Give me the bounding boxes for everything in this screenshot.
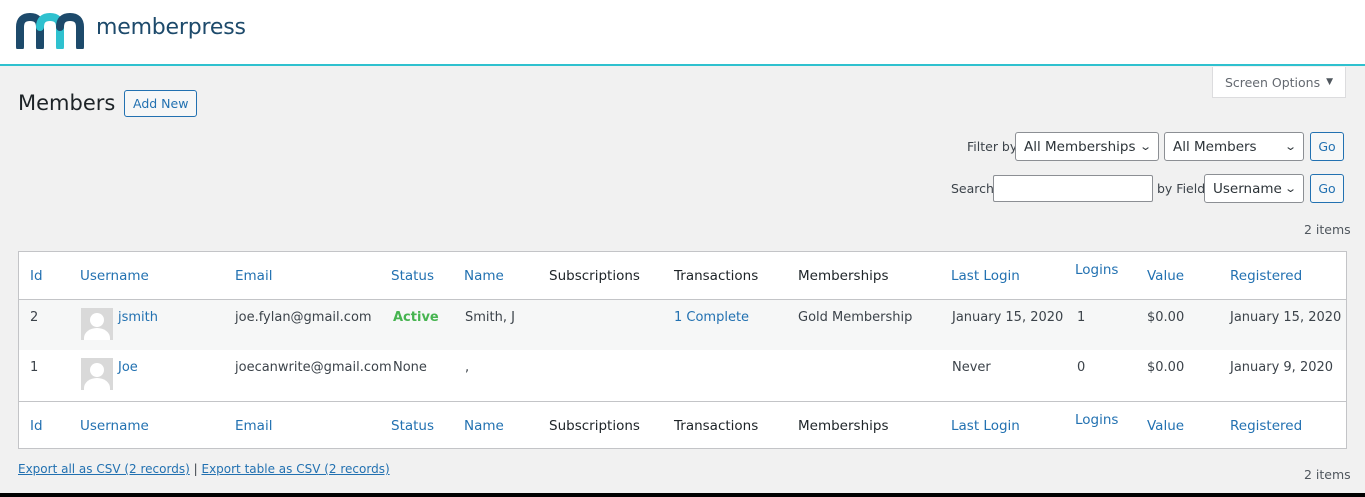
caret-down-icon: ▼ (1326, 77, 1334, 87)
column-footer-email[interactable]: Email (235, 418, 272, 434)
cell-name: , (465, 360, 470, 375)
members-filter-select[interactable]: All Members ⌄ (1164, 132, 1304, 161)
field-select[interactable]: Username ⌄ (1204, 174, 1304, 203)
column-header-status[interactable]: Status (391, 268, 434, 284)
column-header-username[interactable]: Username (80, 268, 149, 284)
cell-name: Smith, J (465, 310, 515, 325)
cell-email: joecanwrite@gmail.com (235, 360, 392, 375)
memberpress-logo-icon (16, 13, 84, 49)
column-header-last-login[interactable]: Last Login (951, 268, 1020, 284)
column-header-value[interactable]: Value (1147, 268, 1184, 284)
members-table: Id Username Email Status Name Subscripti… (18, 251, 1347, 449)
screen-options-label: Screen Options (1224, 74, 1321, 90)
column-footer-memberships: Memberships (798, 418, 889, 434)
export-links: Export all as CSV (2 records) | Export t… (18, 462, 390, 476)
column-header-memberships: Memberships (798, 268, 889, 284)
brand-header: memberpress (0, 0, 1365, 66)
chevron-down-icon: ⌄ (1138, 140, 1152, 153)
column-header-logins[interactable]: Logins (1075, 262, 1118, 278)
avatar (81, 308, 113, 340)
cell-value: $0.00 (1147, 360, 1185, 375)
memberships-filter-value: All Memberships (1024, 138, 1136, 155)
by-field-label: by Field (1157, 181, 1206, 196)
table-footer-row: Id Username Email Status Name Subscripti… (19, 401, 1346, 449)
filter-by-label: Filter by (967, 139, 1018, 154)
cell-email: joe.fylan@gmail.com (235, 310, 372, 325)
members-filter-value: All Members (1173, 138, 1257, 155)
column-footer-subscriptions: Subscriptions (549, 418, 640, 434)
column-header-registered[interactable]: Registered (1230, 268, 1302, 284)
memberships-filter-select[interactable]: All Memberships ⌄ (1015, 132, 1159, 161)
cell-memberships: Gold Membership (798, 310, 913, 325)
column-footer-transactions: Transactions (674, 418, 759, 434)
filter-go-button[interactable]: Go (1310, 132, 1344, 161)
column-footer-name[interactable]: Name (464, 418, 504, 434)
column-header-name[interactable]: Name (464, 268, 504, 284)
export-all-csv-link[interactable]: Export all as CSV (2 records) (18, 462, 190, 476)
table-header-row: Id Username Email Status Name Subscripti… (19, 252, 1346, 300)
chevron-down-icon: ⌄ (1283, 140, 1297, 153)
cell-registered: January 9, 2020 (1230, 360, 1334, 375)
column-header-transactions: Transactions (674, 268, 759, 284)
add-new-button[interactable]: Add New (124, 90, 198, 117)
table-row: 2 jsmith joe.fylan@gmail.com Active Smit… (19, 300, 1346, 350)
search-label: Search (951, 181, 994, 196)
column-footer-last-login[interactable]: Last Login (951, 418, 1020, 434)
items-count-top: 2 items (1304, 222, 1351, 237)
cell-id: 2 (30, 310, 39, 325)
cell-registered: January 15, 2020 (1230, 310, 1342, 325)
column-footer-logins[interactable]: Logins (1075, 412, 1118, 428)
items-count-bottom: 2 items (1304, 467, 1351, 482)
cell-last-login: Never (952, 360, 991, 375)
export-separator: | (193, 462, 198, 476)
avatar (81, 358, 113, 390)
column-footer-username[interactable]: Username (80, 418, 149, 434)
bottom-border (0, 493, 1365, 497)
page-title: Members (18, 91, 116, 115)
status-badge: None (393, 360, 427, 375)
cell-value: $0.00 (1147, 310, 1185, 325)
username-link[interactable]: Joe (118, 360, 138, 375)
status-badge: Active (393, 310, 439, 325)
export-table-csv-link[interactable]: Export table as CSV (2 records) (201, 462, 389, 476)
search-go-button[interactable]: Go (1310, 174, 1344, 203)
column-header-email[interactable]: Email (235, 268, 272, 284)
column-header-id[interactable]: Id (30, 268, 43, 284)
brand-name: memberpress (96, 15, 246, 40)
column-header-subscriptions: Subscriptions (549, 268, 640, 284)
column-footer-value[interactable]: Value (1147, 418, 1184, 434)
cell-logins: 0 (1077, 360, 1086, 375)
transactions-link[interactable]: 1 Complete (674, 310, 749, 325)
cell-last-login: January 15, 2020 (952, 310, 1064, 325)
chevron-down-icon: ⌄ (1283, 182, 1297, 195)
column-footer-status[interactable]: Status (391, 418, 434, 434)
column-footer-id[interactable]: Id (30, 418, 43, 434)
field-select-value: Username (1213, 180, 1282, 197)
username-link[interactable]: jsmith (118, 310, 158, 325)
table-row: 1 Joe joecanwrite@gmail.com None , Never… (19, 350, 1346, 401)
screen-options-button[interactable]: Screen Options ▼ (1212, 67, 1346, 98)
cell-logins: 1 (1077, 310, 1086, 325)
cell-id: 1 (30, 360, 39, 375)
search-input[interactable] (993, 175, 1153, 202)
column-footer-registered[interactable]: Registered (1230, 418, 1302, 434)
